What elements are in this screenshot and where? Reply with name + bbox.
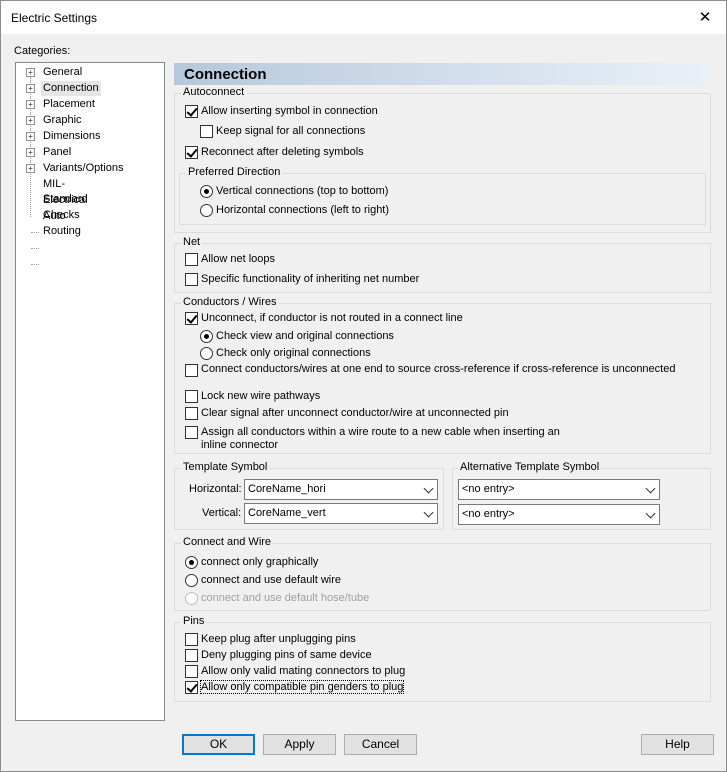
unconnect-label: Unconnect, if conductor is not routed in…	[201, 312, 463, 324]
allow-net-loops-label: Allow net loops	[201, 253, 275, 265]
tree-connector	[30, 77, 31, 217]
check-original-label: Check only original connections	[216, 347, 371, 359]
tree-item-label: Panel	[43, 146, 72, 158]
chevron-down-icon	[423, 507, 434, 518]
ok-button[interactable]: OK	[182, 734, 255, 755]
keep-plug-checkbox[interactable]	[185, 633, 198, 646]
keep-signal-label: Keep signal for all connections	[216, 125, 366, 137]
lock-pathways-label: Lock new wire pathways	[201, 390, 321, 402]
connect-graphically-radio[interactable]	[185, 556, 198, 569]
net-title: Net	[181, 236, 203, 248]
check-view-radio[interactable]	[200, 330, 213, 343]
tree-connector	[31, 264, 39, 265]
reconnect-label: Reconnect after deleting symbols	[201, 146, 364, 158]
alt-template-value-2: <no entry>	[462, 508, 515, 520]
close-icon[interactable]: ✕	[694, 7, 716, 29]
assign-conductors-label-1: Assign all conductors within a wire rout…	[201, 426, 560, 438]
page-title: Connection	[184, 66, 267, 83]
allow-net-loops-checkbox[interactable]	[185, 253, 198, 266]
chevron-down-icon	[423, 483, 434, 494]
keep-plug-label: Keep plug after unplugging pins	[201, 633, 356, 645]
horizontal-label: Horizontal connections (left to right)	[216, 204, 390, 216]
template-symbol-title: Template Symbol	[181, 461, 270, 473]
tree-item-label: Variants/Options	[43, 162, 124, 174]
connect-one-end-label: Connect conductors/wires at one end to s…	[201, 363, 676, 375]
allow-inserting-checkbox[interactable]	[185, 105, 198, 118]
expand-icon[interactable]: +	[26, 84, 35, 93]
reconnect-checkbox[interactable]	[185, 146, 198, 159]
help-button[interactable]: Help	[641, 734, 714, 755]
vertical-template-label: Vertical:	[202, 507, 242, 519]
horizontal-radio[interactable]	[200, 204, 213, 217]
preferred-direction-title: Preferred Direction	[186, 166, 283, 178]
connect-default-wire-label: connect and use default wire	[201, 574, 342, 586]
clear-signal-checkbox[interactable]	[185, 407, 198, 420]
expand-icon[interactable]: +	[26, 148, 35, 157]
tree-connector	[31, 248, 39, 249]
alt-template-value-1: <no entry>	[462, 483, 515, 495]
vertical-radio[interactable]	[200, 185, 213, 198]
alt-template-select-1[interactable]: <no entry>	[458, 479, 660, 500]
alt-template-symbol-title: Alternative Template Symbol	[458, 461, 602, 473]
expand-icon[interactable]: +	[26, 132, 35, 141]
tree-item-label: Placement	[43, 98, 95, 110]
horizontal-template-select[interactable]: CoreName_hori	[244, 479, 438, 500]
tree-item-label: Auto Routing	[43, 210, 81, 237]
expand-icon[interactable]: +	[26, 100, 35, 109]
window-title: Electric Settings	[11, 11, 98, 25]
vertical-label: Vertical connections (top to bottom)	[216, 185, 389, 197]
expand-icon[interactable]: +	[26, 68, 35, 77]
valid-mating-label: Allow only valid mating connectors to pl…	[201, 665, 406, 677]
pins-title: Pins	[181, 615, 207, 627]
cancel-button[interactable]: Cancel	[344, 734, 417, 755]
horizontal-template-label: Horizontal:	[189, 483, 242, 495]
preferred-direction-group	[179, 173, 706, 225]
categories-label: Categories:	[14, 45, 71, 57]
connect-default-wire-radio[interactable]	[185, 574, 198, 587]
apply-button[interactable]: Apply	[263, 734, 336, 755]
connect-wire-title: Connect and Wire	[181, 536, 274, 548]
chevron-down-icon	[645, 483, 656, 494]
net-group	[174, 243, 711, 293]
allow-inserting-label: Allow inserting symbol in connection	[201, 105, 378, 117]
check-original-radio[interactable]	[200, 347, 213, 360]
assign-conductors-label-2: inline connector	[201, 439, 279, 451]
horizontal-template-value: CoreName_hori	[248, 483, 326, 495]
deny-plugging-checkbox[interactable]	[185, 649, 198, 662]
tree-item-label: Dimensions	[43, 130, 101, 142]
tree-item-label: Connection	[41, 81, 101, 96]
title-bar: Electric Settings ✕	[1, 1, 726, 34]
valid-mating-checkbox[interactable]	[185, 665, 198, 678]
expand-icon[interactable]: +	[26, 164, 35, 173]
connect-default-hose-label: connect and use default hose/tube	[201, 592, 370, 604]
specific-functionality-label: Specific functionality of inheriting net…	[201, 273, 420, 285]
vertical-template-value: CoreName_vert	[248, 507, 326, 519]
unconnect-checkbox[interactable]	[185, 312, 198, 325]
clear-signal-label: Clear signal after unconnect conductor/w…	[201, 407, 509, 419]
connect-one-end-checkbox[interactable]	[185, 364, 198, 377]
deny-plugging-label: Deny plugging pins of same device	[201, 649, 372, 661]
autoconnect-title: Autoconnect	[181, 86, 247, 98]
compatible-genders-checkbox[interactable]	[185, 681, 198, 694]
assign-conductors-checkbox[interactable]	[185, 426, 198, 439]
panel-header: Connection	[174, 63, 711, 85]
alt-template-select-2[interactable]: <no entry>	[458, 504, 660, 525]
connect-default-hose-radio	[185, 592, 198, 605]
keep-signal-checkbox[interactable]	[200, 125, 213, 138]
check-view-label: Check view and original connections	[216, 330, 394, 342]
vertical-template-select[interactable]: CoreName_vert	[244, 503, 438, 524]
settings-dialog: Electric Settings ✕ Categories: + Genera…	[0, 0, 727, 772]
lock-pathways-checkbox[interactable]	[185, 390, 198, 403]
tree-item-label: General	[43, 66, 83, 78]
chevron-down-icon	[645, 508, 656, 519]
expand-icon[interactable]: +	[26, 116, 35, 125]
compatible-genders-label: Allow only compatible pin genders to plu…	[199, 680, 405, 694]
specific-functionality-checkbox[interactable]	[185, 273, 198, 286]
connect-graphically-label: connect only graphically	[201, 556, 319, 568]
tree-connector	[31, 232, 39, 233]
category-tree[interactable]: + General + Connection + Placement + Gra…	[15, 62, 165, 721]
conductors-title: Conductors / Wires	[181, 296, 279, 308]
tree-item-label: Graphic	[43, 114, 82, 126]
